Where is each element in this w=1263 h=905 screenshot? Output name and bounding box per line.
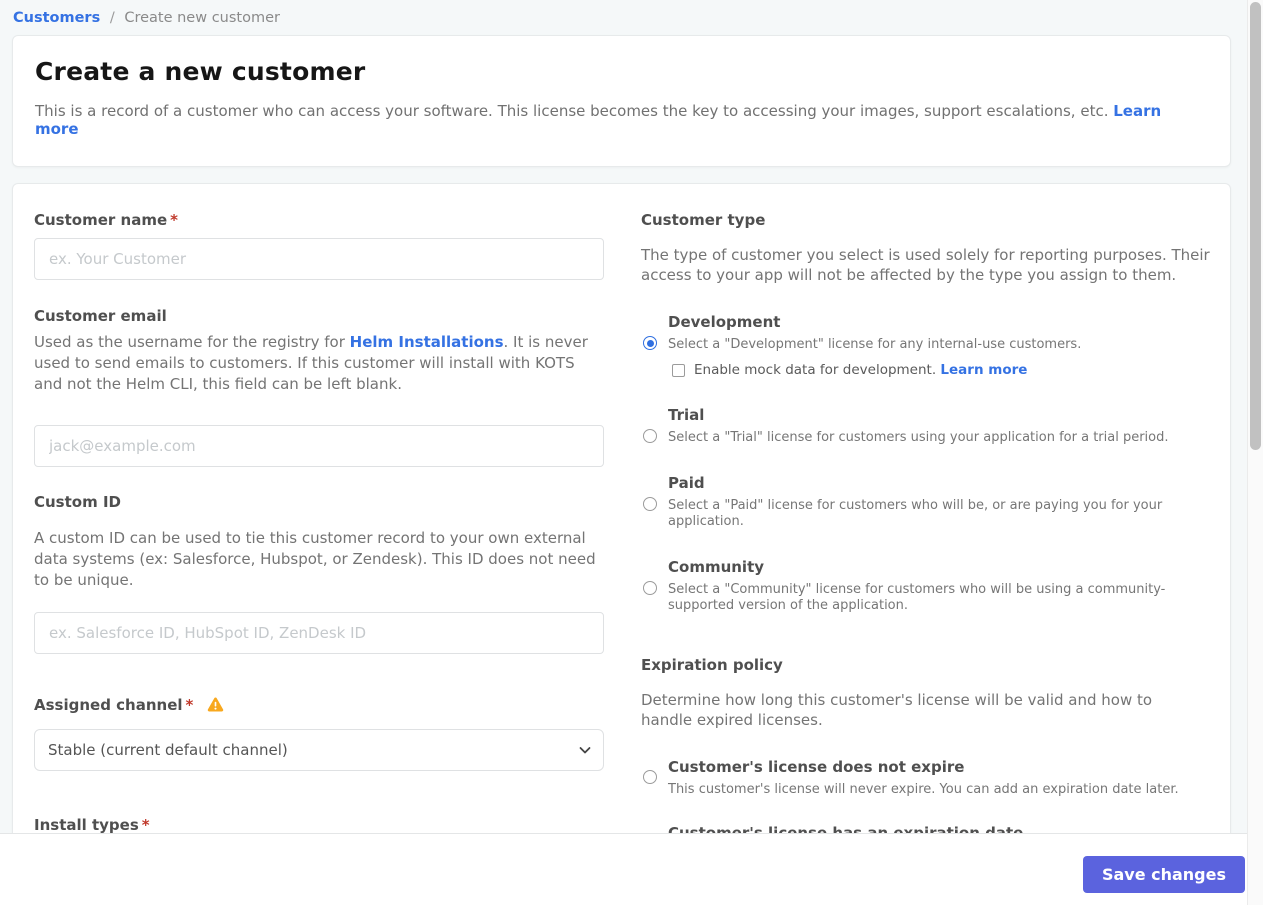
community-description: Select a "Community" license for custome…: [668, 582, 1166, 613]
form-left-column: Customer name* Customer email Used as th…: [34, 211, 604, 863]
trial-radio[interactable]: [643, 429, 657, 443]
customer-name-label-text: Customer name: [34, 211, 168, 229]
breadcrumb-customers-link[interactable]: Customers: [13, 10, 100, 26]
breadcrumb-separator: /: [109, 10, 115, 26]
warning-icon: [207, 697, 224, 712]
development-radio[interactable]: [643, 336, 657, 350]
community-radio[interactable]: [643, 581, 657, 595]
mock-data-learn-more-link[interactable]: Learn more: [940, 362, 1027, 378]
custom-id-help: A custom ID can be used to tie this cust…: [34, 529, 596, 589]
customer-name-label: Customer name *: [34, 211, 604, 230]
required-asterisk: *: [185, 696, 194, 714]
required-asterisk: *: [170, 211, 178, 229]
no-expire-description: This customer's license will never expir…: [668, 782, 1179, 797]
page-description: This is a record of a customer who can a…: [35, 102, 1208, 138]
mock-data-checkbox-label: Enable mock data for development.: [694, 362, 937, 378]
expiration-option-no-expire: Customer's license does not expire This …: [641, 758, 1213, 798]
customer-type-description: The type of customer you select is used …: [641, 246, 1210, 284]
page-title: Create a new customer: [35, 57, 366, 86]
customer-type-option-paid: Paid Select a "Paid" license for custome…: [641, 474, 1213, 530]
assigned-channel-label: Assigned channel *: [34, 696, 604, 715]
customer-type-option-community: Community Select a "Community" license f…: [641, 558, 1213, 614]
assigned-channel-label-text: Assigned channel: [34, 696, 183, 714]
scrollbar-track[interactable]: [1247, 0, 1263, 905]
custom-id-label: Custom ID: [34, 493, 121, 511]
breadcrumb-current: Create new customer: [124, 10, 280, 26]
customer-email-label: Customer email: [34, 307, 167, 325]
customer-type-title: Customer type: [641, 211, 766, 229]
development-label: Development: [668, 313, 781, 331]
expiration-policy-title: Expiration policy: [641, 656, 783, 674]
install-types-label-text: Install types: [34, 816, 139, 834]
customer-name-input[interactable]: [34, 238, 604, 280]
scrollbar-thumb[interactable]: [1250, 2, 1261, 450]
customer-type-option-development: Development Select a "Development" licen…: [641, 313, 1213, 378]
customer-type-option-trial: Trial Select a "Trial" license for custo…: [641, 406, 1213, 446]
sticky-footer: Save changes: [0, 833, 1247, 905]
trial-label: Trial: [668, 406, 705, 424]
custom-id-input[interactable]: [34, 612, 604, 654]
community-label: Community: [668, 558, 765, 576]
trial-description: Select a "Trial" license for customers u…: [668, 430, 1169, 445]
save-button[interactable]: Save changes: [1082, 856, 1245, 893]
page-header-card: Create a new customer This is a record o…: [12, 35, 1231, 167]
development-description: Select a "Development" license for any i…: [668, 337, 1082, 352]
page-description-text: This is a record of a customer who can a…: [35, 102, 1109, 120]
mock-data-checkbox[interactable]: [672, 363, 685, 377]
form-right-column: Customer type The type of customer you s…: [641, 211, 1213, 863]
helm-installations-link[interactable]: Helm Installations: [350, 333, 504, 351]
customer-email-help-text: Used as the username for the registry fo…: [34, 333, 350, 351]
paid-label: Paid: [668, 474, 705, 492]
breadcrumb: Customers / Create new customer: [0, 0, 1263, 35]
mock-data-checkbox-row: Enable mock data for development. Learn …: [668, 362, 1213, 378]
customer-email-help: Used as the username for the registry fo…: [34, 332, 604, 395]
customer-form-card: Customer name* Customer email Used as th…: [12, 183, 1231, 864]
required-asterisk: *: [141, 816, 150, 834]
no-expire-label: Customer's license does not expire: [668, 758, 965, 776]
customer-email-input[interactable]: [34, 425, 604, 467]
assigned-channel-select[interactable]: Stable (current default channel): [34, 729, 604, 771]
paid-radio[interactable]: [643, 497, 657, 511]
paid-description: Select a "Paid" license for customers wh…: [668, 498, 1163, 529]
expiration-policy-description: Determine how long this customer's licen…: [641, 691, 1153, 729]
no-expire-radio[interactable]: [643, 770, 657, 784]
